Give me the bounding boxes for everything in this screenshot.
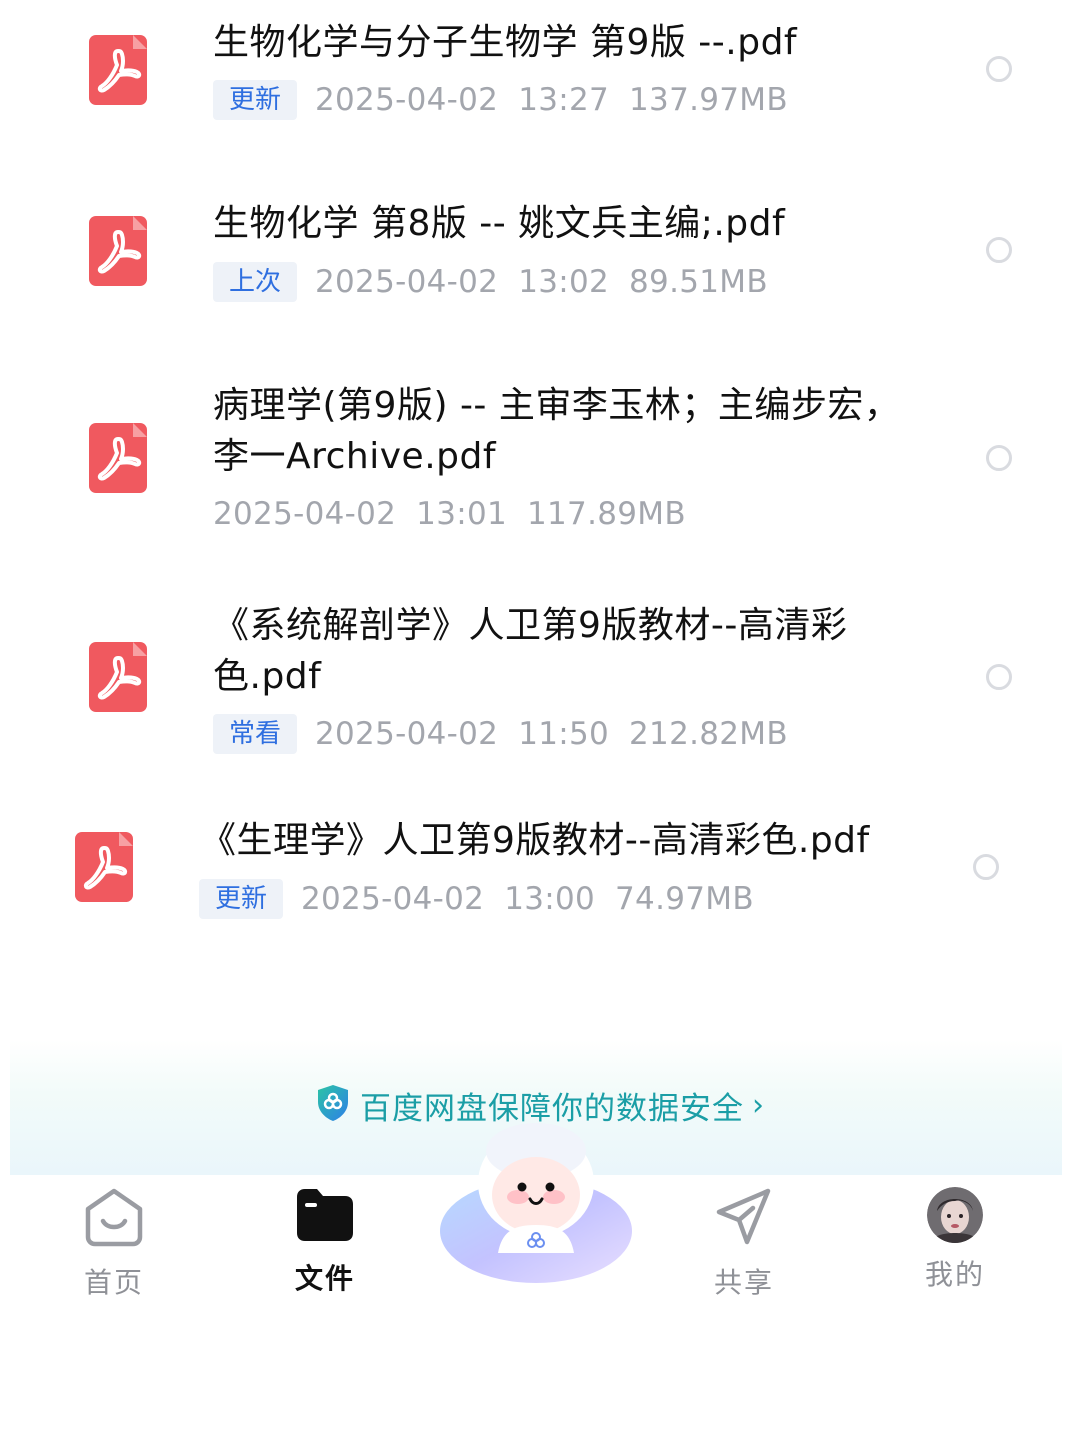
- file-meta: 更新 2025-04-02 13:00 74.97MB: [199, 879, 754, 919]
- paper-plane-icon: [713, 1187, 775, 1251]
- avatar: [927, 1187, 983, 1243]
- file-date: 2025-04-02: [213, 496, 397, 532]
- file-name: 生物化学与分子生物学 第9版 --.pdf: [213, 22, 798, 63]
- status-badge: 常看: [213, 714, 298, 754]
- nav-label-files: 文件: [294, 1262, 355, 1295]
- status-badge: 上次: [213, 262, 298, 302]
- status-badge: 更新: [213, 80, 298, 120]
- file-list-page: 生物化学与分子生物学 第9版 --.pdf 更新 2025-04-02 13:2…: [0, 0, 1080, 1440]
- select-checkbox[interactable]: [986, 56, 1012, 82]
- file-date: 2025-04-02: [315, 82, 499, 118]
- pdf-icon: [89, 423, 147, 493]
- file-name: 病理学(第9版) -- 主审李玉林；主编步宏，李一Archive.pdf: [213, 385, 901, 477]
- file-date: 2025-04-02: [315, 264, 499, 300]
- nav-label-mine: 我的: [924, 1258, 985, 1291]
- pdf-icon: [89, 642, 147, 712]
- select-checkbox[interactable]: [986, 237, 1012, 263]
- list-item[interactable]: 病理学(第9版) -- 主审李玉林；主编步宏，李一Archive.pdf 202…: [0, 362, 1080, 562]
- pdf-icon: [89, 216, 147, 286]
- file-meta: 更新 2025-04-02 13:27 137.97MB: [213, 80, 788, 120]
- pdf-icon: [89, 35, 147, 105]
- file-name: 《生理学》人卫第9版教材--高清彩色.pdf: [200, 820, 870, 861]
- file-size: 89.51MB: [629, 264, 768, 300]
- bottom-nav: 首页 文件 共享 我的: [0, 1123, 1080, 1440]
- shield-icon: [316, 1084, 350, 1126]
- select-checkbox[interactable]: [986, 445, 1012, 471]
- nav-home[interactable]: 首页: [54, 1187, 174, 1299]
- nav-label-home: 首页: [83, 1266, 144, 1299]
- nav-mine[interactable]: 我的: [895, 1187, 1015, 1297]
- file-size: 212.82MB: [629, 716, 788, 752]
- file-time: 13:00: [504, 881, 596, 917]
- list-item[interactable]: 《生理学》人卫第9版教材--高清彩色.pdf 更新 2025-04-02 13:…: [0, 800, 1080, 970]
- ai-assistant-mascot[interactable]: [436, 1113, 636, 1293]
- nav-share[interactable]: 共享: [684, 1187, 804, 1299]
- list-item[interactable]: 生物化学与分子生物学 第9版 --.pdf 更新 2025-04-02 13:2…: [0, 0, 1080, 170]
- file-size: 117.89MB: [527, 496, 686, 532]
- file-meta: 2025-04-02 13:01 117.89MB: [213, 494, 686, 534]
- folder-icon: [295, 1187, 355, 1247]
- nav-files[interactable]: 文件: [265, 1187, 385, 1297]
- home-icon: [83, 1187, 145, 1251]
- file-time: 13:02: [518, 264, 610, 300]
- file-meta: 常看 2025-04-02 11:50 212.82MB: [213, 714, 788, 754]
- file-meta: 上次 2025-04-02 13:02 89.51MB: [213, 262, 768, 302]
- file-time: 13:27: [518, 82, 610, 118]
- pdf-icon: [75, 832, 133, 902]
- nav-label-share: 共享: [713, 1266, 774, 1299]
- select-checkbox[interactable]: [973, 854, 999, 880]
- select-checkbox[interactable]: [986, 664, 1012, 690]
- file-time: 11:50: [518, 716, 610, 752]
- file-size: 137.97MB: [629, 82, 788, 118]
- chevron-right-icon: ›: [752, 1087, 764, 1123]
- file-date: 2025-04-02: [315, 716, 499, 752]
- file-time: 13:01: [416, 496, 508, 532]
- status-badge: 更新: [199, 879, 284, 919]
- file-size: 74.97MB: [615, 881, 754, 917]
- file-date: 2025-04-02: [301, 881, 485, 917]
- file-name: 生物化学 第8版 -- 姚文兵主编;.pdf: [213, 203, 786, 244]
- list-item[interactable]: 《系统解剖学》人卫第9版教材--高清彩色.pdf 常看 2025-04-02 1…: [0, 582, 1080, 782]
- file-name: 《系统解剖学》人卫第9版教材--高清彩色.pdf: [213, 605, 848, 697]
- list-item[interactable]: 生物化学 第8版 -- 姚文兵主编;.pdf 上次 2025-04-02 13:…: [0, 180, 1080, 350]
